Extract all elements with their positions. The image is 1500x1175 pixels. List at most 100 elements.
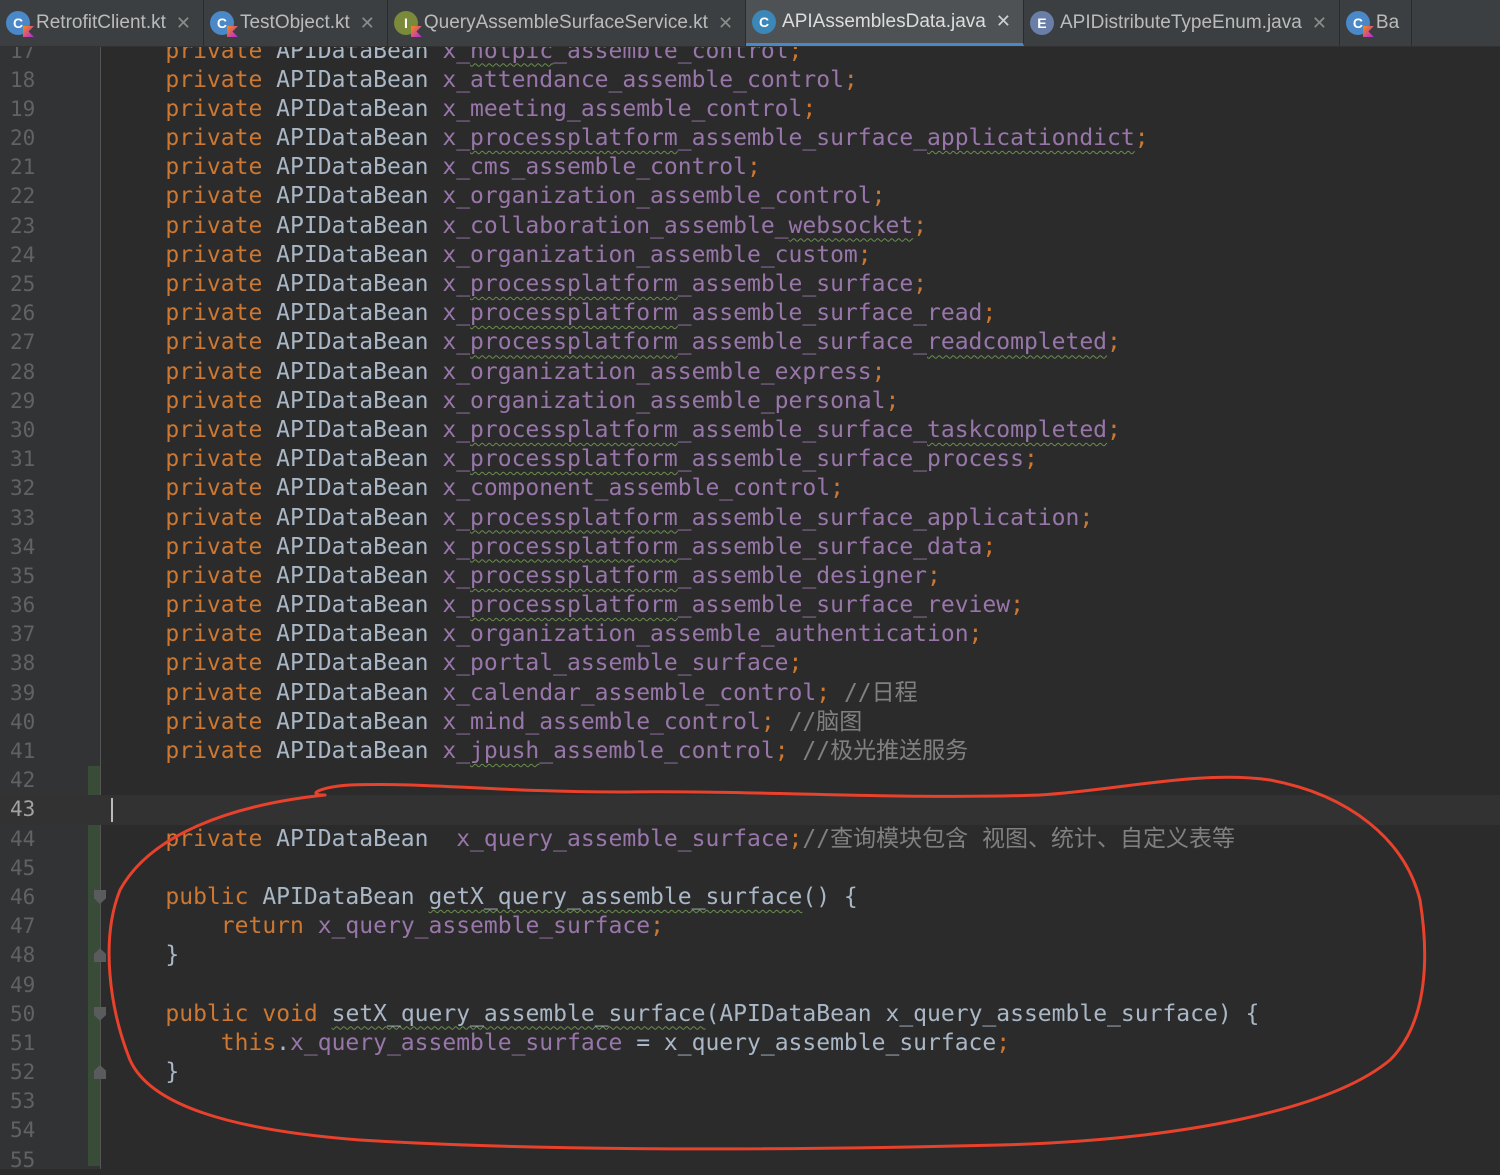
line-number[interactable]: 31 [10,445,70,474]
line-number[interactable]: 28 [10,358,70,387]
fold-marker-icon[interactable] [94,948,106,963]
line-number[interactable]: 55 [10,1146,70,1175]
code-text[interactable]: private APIDataBean x_attendance_assembl… [110,66,857,95]
code-line[interactable]: 25 private APIDataBean x_processplatform… [0,270,1500,299]
code-line[interactable]: 19 private APIDataBean x_meeting_assembl… [0,95,1500,124]
code-text[interactable]: private APIDataBean x_calendar_assemble_… [110,679,917,708]
code-line[interactable]: 37 private APIDataBean x_organization_as… [0,620,1500,649]
line-number[interactable]: 40 [10,708,70,737]
tab-apidistributetypeenum-java[interactable]: E APIDistributeTypeEnum.java ✕ [1024,0,1340,46]
code-line[interactable]: 38 private APIDataBean x_portal_assemble… [0,649,1500,678]
code-line[interactable]: 44 private APIDataBean x_query_assemble_… [0,825,1500,854]
code-line[interactable]: 50 public void setX_query_assemble_surfa… [0,1000,1500,1029]
code-line[interactable]: 26 private APIDataBean x_processplatform… [0,299,1500,328]
code-line[interactable]: 53 [0,1087,1500,1116]
code-text[interactable]: private APIDataBean x_processplatform_as… [110,299,996,328]
line-number[interactable]: 24 [10,241,70,270]
line-number[interactable]: 38 [10,649,70,678]
line-number[interactable]: 36 [10,591,70,620]
code-text[interactable]: private APIDataBean x_cms_assemble_contr… [110,153,760,182]
code-line[interactable]: 36 private APIDataBean x_processplatform… [0,591,1500,620]
code-line[interactable]: 49 [0,971,1500,1000]
code-text[interactable]: private APIDataBean x_organization_assem… [110,182,885,211]
code-text[interactable]: private APIDataBean x_portal_assemble_su… [110,649,802,678]
line-number[interactable]: 47 [10,912,70,941]
line-number[interactable]: 18 [10,66,70,95]
code-line[interactable]: 27 private APIDataBean x_processplatform… [0,328,1500,357]
code-text[interactable]: private APIDataBean x_processplatform_as… [110,533,996,562]
code-text[interactable]: private APIDataBean x_organization_assem… [110,241,871,270]
code-text[interactable]: private APIDataBean x_processplatform_as… [110,591,1024,620]
line-number[interactable]: 32 [10,474,70,503]
line-number[interactable]: 49 [10,971,70,1000]
close-tab-icon[interactable]: ✕ [360,13,375,34]
line-number[interactable]: 30 [10,416,70,445]
tab-ba[interactable]: C Ba [1340,0,1413,46]
code-text[interactable]: private APIDataBean x_organization_assem… [110,620,982,649]
code-line[interactable]: 23 private APIDataBean x_collaboration_a… [0,212,1500,241]
tab-queryassemblesurfaceservice-kt[interactable]: I QueryAssembleSurfaceService.kt ✕ [388,0,747,46]
code-text[interactable]: private APIDataBean x_meeting_assemble_c… [110,95,816,124]
tab-testobject-kt[interactable]: C TestObject.kt ✕ [204,0,388,46]
code-line[interactable]: 51 this.x_query_assemble_surface = x_que… [0,1029,1500,1058]
code-line[interactable]: 39 private APIDataBean x_calendar_assemb… [0,679,1500,708]
code-text[interactable]: private APIDataBean x_jpush_assemble_con… [110,737,968,766]
code-text[interactable]: private APIDataBean x_organization_assem… [110,358,885,387]
line-number[interactable]: 34 [10,533,70,562]
code-line[interactable]: 34 private APIDataBean x_processplatform… [0,533,1500,562]
line-number[interactable]: 39 [10,679,70,708]
code-editor[interactable]: 17 private APIDataBean x_hotpic_assemble… [0,38,1500,1172]
code-area[interactable]: 17 private APIDataBean x_hotpic_assemble… [0,37,1500,1175]
code-line[interactable]: 45 [0,854,1500,883]
close-tab-icon[interactable]: ✕ [176,13,191,34]
code-line[interactable]: 21 private APIDataBean x_cms_assemble_co… [0,153,1500,182]
fold-marker-icon[interactable] [94,1065,106,1080]
code-text[interactable]: private APIDataBean x_component_assemble… [110,474,844,503]
code-text[interactable]: private APIDataBean x_processplatform_as… [110,328,1121,357]
line-number[interactable]: 42 [10,766,70,795]
code-text[interactable]: this.x_query_assemble_surface = x_query_… [110,1029,1010,1058]
code-line[interactable]: 42 [0,766,1500,795]
line-number[interactable]: 19 [10,95,70,124]
code-line[interactable]: 24 private APIDataBean x_organization_as… [0,241,1500,270]
line-number[interactable]: 44 [10,825,70,854]
code-line[interactable]: 33 private APIDataBean x_processplatform… [0,504,1500,533]
close-tab-icon[interactable]: ✕ [996,11,1011,32]
code-line[interactable]: 20 private APIDataBean x_processplatform… [0,124,1500,153]
fold-marker-icon[interactable] [94,889,106,904]
fold-marker-icon[interactable] [94,1006,106,1021]
code-text[interactable]: public void setX_query_assemble_surface(… [110,1000,1259,1029]
line-number[interactable]: 21 [10,153,70,182]
line-number[interactable]: 35 [10,562,70,591]
code-line[interactable]: 28 private APIDataBean x_organization_as… [0,358,1500,387]
line-number[interactable]: 50 [10,1000,70,1029]
line-number[interactable]: 20 [10,124,70,153]
code-line[interactable]: 18 private APIDataBean x_attendance_asse… [0,66,1500,95]
code-line[interactable]: 30 private APIDataBean x_processplatform… [0,416,1500,445]
code-line[interactable]: 52 } [0,1058,1500,1087]
code-line[interactable]: 35 private APIDataBean x_processplatform… [0,562,1500,591]
code-line[interactable]: 22 private APIDataBean x_organization_as… [0,182,1500,211]
code-line[interactable]: 41 private APIDataBean x_jpush_assemble_… [0,737,1500,766]
code-text[interactable]: public APIDataBean getX_query_assemble_s… [110,883,857,912]
code-line[interactable]: 48 } [0,941,1500,970]
code-text[interactable]: private APIDataBean x_mind_assemble_cont… [110,708,862,737]
code-line[interactable]: 47 return x_query_assemble_surface; [0,912,1500,941]
code-text[interactable]: private APIDataBean x_processplatform_as… [110,445,1037,474]
line-number[interactable]: 52 [10,1058,70,1087]
code-text[interactable]: private APIDataBean x_collaboration_asse… [110,212,927,241]
line-number[interactable]: 54 [10,1116,70,1145]
line-number[interactable]: 48 [10,941,70,970]
line-number[interactable]: 29 [10,387,70,416]
code-line[interactable]: 32 private APIDataBean x_component_assem… [0,474,1500,503]
code-text[interactable]: } [110,941,179,970]
code-text[interactable]: private APIDataBean x_query_assemble_sur… [110,825,1235,854]
line-number[interactable]: 51 [10,1029,70,1058]
code-text[interactable]: private APIDataBean x_processplatform_as… [110,416,1121,445]
code-text[interactable]: private APIDataBean x_processplatform_as… [110,504,1093,533]
line-number[interactable]: 25 [10,270,70,299]
code-text[interactable]: } [110,1058,179,1087]
line-number[interactable]: 46 [10,883,70,912]
code-line[interactable]: 29 private APIDataBean x_organization_as… [0,387,1500,416]
code-line[interactable]: 40 private APIDataBean x_mind_assemble_c… [0,708,1500,737]
